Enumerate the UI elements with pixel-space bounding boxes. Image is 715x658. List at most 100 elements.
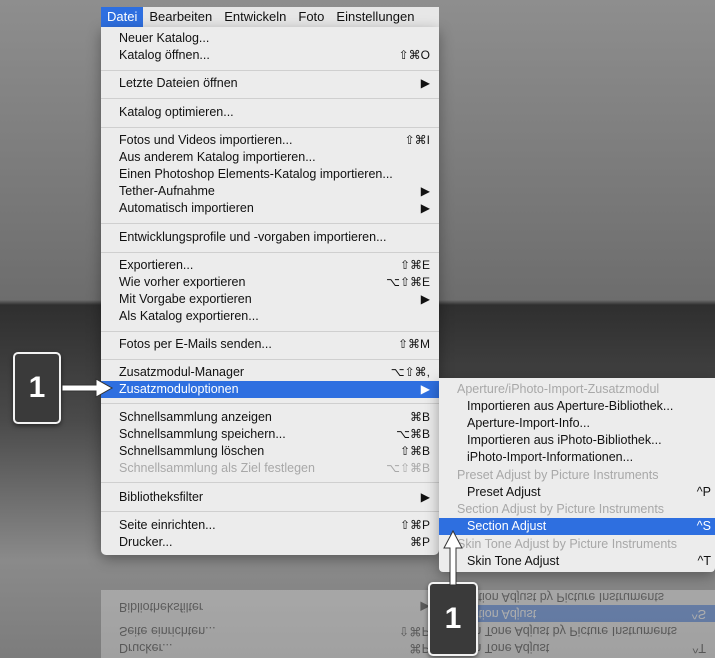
submenu-item-skin-tone-adjust[interactable]: Skin Tone Adjust ^T: [439, 553, 715, 570]
menu-item-wie-vorher-exportieren[interactable]: Wie vorher exportieren ⌥⇧⌘E: [101, 274, 439, 291]
reflection-row: Skin Tone Adjust by Picture Instruments: [457, 622, 706, 639]
menu-item-aus-katalog-importieren[interactable]: Aus anderem Katalog importieren...: [101, 149, 439, 166]
menu-reflection-sub: Skin Tone Adjust ^T Skin Tone Adjust by P…: [439, 590, 715, 658]
menu-bearbeiten[interactable]: Bearbeiten: [143, 7, 218, 27]
menu-item-zusatzmoduloptionen[interactable]: Zusatzmoduloptionen ▶: [101, 381, 439, 398]
menu-item-label: Schnellsammlung anzeigen: [119, 410, 272, 424]
reflection-row: Drucker... ⌘P: [119, 639, 430, 656]
menu-separator: [101, 127, 439, 128]
menu-item-label: Bibliotheksfilter: [119, 490, 204, 504]
menu-item-zusatzmodul-manager[interactable]: Zusatzmodul-Manager ⌥⇧⌘,: [101, 364, 439, 381]
menu-datei[interactable]: Datei: [101, 7, 144, 27]
submenu-item-iphoto-import-info[interactable]: iPhoto-Import-Informationen...: [439, 449, 715, 466]
menu-item-drucker[interactable]: Drucker... ⌘P: [101, 534, 439, 551]
submenu-header-label: Section Adjust by Picture Instruments: [457, 502, 665, 516]
menu-item-label: Entwicklungsprofile und -vorgaben import…: [119, 230, 387, 244]
submenu-arrow-icon: ▶: [420, 184, 430, 198]
menu-item-schnellsammlung-speichern[interactable]: Schnellsammlung speichern... ⌥⌘B: [101, 426, 439, 443]
menu-item-label: Fotos per E-Mails senden...: [119, 337, 272, 351]
menu-item-entwicklungsprofile-importieren[interactable]: Entwicklungsprofile und -vorgaben import…: [101, 229, 439, 246]
menu-item-shortcut: ⇧⌘M: [397, 337, 430, 351]
menu-item-automatisch-importieren[interactable]: Automatisch importieren ▶: [101, 200, 439, 217]
submenu-header: Skin Tone Adjust by Picture Instruments: [439, 536, 715, 553]
submenu-header-label: Skin Tone Adjust by Picture Instruments: [457, 537, 678, 551]
submenu-header: Preset Adjust by Picture Instruments: [439, 467, 715, 484]
submenu-item-label: Aperture-Import-Info...: [467, 416, 590, 430]
menu-item-photoshop-elements-importieren[interactable]: Einen Photoshop Elements-Katalog importi…: [101, 166, 439, 183]
datei-dropdown-menu: Neuer Katalog... Katalog öffnen... ⇧⌘O Le…: [101, 27, 439, 555]
submenu-item-section-adjust[interactable]: Section Adjust ^S: [439, 518, 715, 535]
reflection-row: Skin Tone Adjust ^T: [457, 639, 706, 656]
menu-entwickeln[interactable]: Entwickeln: [218, 7, 292, 27]
menu-separator: [101, 331, 439, 332]
submenu-header-label: Preset Adjust by Picture Instruments: [457, 468, 659, 482]
callout-arrow-up-icon: [443, 530, 463, 586]
submenu-header: Section Adjust by Picture Instruments: [439, 501, 715, 518]
submenu-item-label: iPhoto-Import-Informationen...: [467, 450, 634, 464]
submenu-item-label: Skin Tone Adjust: [467, 554, 560, 568]
menu-item-label: Tether-Aufnahme: [119, 184, 215, 198]
menu-item-label: Letzte Dateien öffnen: [119, 76, 238, 90]
menu-item-schnellsammlung-loeschen[interactable]: Schnellsammlung löschen ⇧⌘B: [101, 443, 439, 460]
menu-item-als-katalog-exportieren[interactable]: Als Katalog exportieren...: [101, 308, 439, 325]
menu-separator: [101, 403, 439, 404]
reflection-label: Seite einrichten...: [119, 624, 216, 638]
menu-item-label: Mit Vorgabe exportieren: [119, 292, 252, 306]
menu-item-schnellsammlung-anzeigen[interactable]: Schnellsammlung anzeigen ⌘B: [101, 409, 439, 426]
menu-item-label: Katalog öffnen...: [119, 48, 210, 62]
menu-foto[interactable]: Foto: [292, 7, 330, 27]
menu-item-label: Als Katalog exportieren...: [119, 309, 259, 323]
reflection-shortcut: ^T: [692, 641, 706, 655]
menu-item-label: Drucker...: [119, 535, 173, 549]
menu-item-seite-einrichten[interactable]: Seite einrichten... ⇧⌘P: [101, 517, 439, 534]
menu-item-shortcut: ⌥⌘B: [396, 427, 430, 441]
zusatzmoduloptionen-submenu: Aperture/iPhoto-Import-Zusatzmodul Impor…: [439, 378, 715, 572]
menu-item-label: Seite einrichten...: [119, 518, 216, 532]
menu-item-fotos-per-email[interactable]: Fotos per E-Mails senden... ⇧⌘M: [101, 336, 439, 353]
menu-separator: [101, 511, 439, 512]
menu-item-shortcut: ⌥⇧⌘B: [386, 461, 430, 475]
reflection-row: Section Adjust ^S: [439, 605, 715, 622]
menu-item-label: Exportieren...: [119, 258, 194, 272]
reflection-shortcut: ⌘P: [409, 641, 430, 655]
menu-item-mit-vorgabe-exportieren[interactable]: Mit Vorgabe exportieren ▶: [101, 291, 439, 308]
menu-item-katalog-oeffnen[interactable]: Katalog öffnen... ⇧⌘O: [101, 47, 439, 64]
menu-separator: [101, 359, 439, 360]
menu-item-letzte-dateien[interactable]: Letzte Dateien öffnen ▶: [101, 75, 439, 92]
reflection-shortcut: ^S: [691, 607, 706, 621]
submenu-item-preset-adjust[interactable]: Preset Adjust ^P: [439, 484, 715, 501]
submenu-item-label: Section Adjust: [467, 519, 547, 533]
submenu-shortcut: ^P: [696, 485, 711, 499]
menu-item-shortcut: ⇧⌘O: [398, 48, 430, 62]
menu-item-shortcut: ⇧⌘I: [404, 133, 430, 147]
menu-item-schnellsammlung-ziel: Schnellsammlung als Ziel festlegen ⌥⇧⌘B: [101, 460, 439, 477]
menu-item-label: Zusatzmoduloptionen: [119, 382, 239, 396]
menu-item-exportieren[interactable]: Exportieren... ⇧⌘E: [101, 257, 439, 274]
submenu-item-iphoto-bibliothek[interactable]: Importieren aus iPhoto-Bibliothek...: [439, 432, 715, 449]
reflection-row: Seite einrichten... ⇧⌘P: [119, 622, 430, 639]
menu-item-label: Aus anderem Katalog importieren...: [119, 150, 316, 164]
menu-item-fotos-importieren[interactable]: Fotos und Videos importieren... ⇧⌘I: [101, 132, 439, 149]
menu-item-label: Schnellsammlung als Ziel festlegen: [119, 461, 315, 475]
menu-item-katalog-optimieren[interactable]: Katalog optimieren...: [101, 104, 439, 121]
reflection-row: Bibliotheksfilter ▶: [119, 598, 430, 615]
menu-einstellungen[interactable]: Einstellungen: [330, 7, 420, 27]
submenu-header-label: Aperture/iPhoto-Import-Zusatzmodul: [457, 382, 660, 396]
menu-item-label: Katalog optimieren...: [119, 105, 234, 119]
menu-item-tether-aufnahme[interactable]: Tether-Aufnahme ▶: [101, 183, 439, 200]
reflection-label: Drucker...: [119, 641, 173, 655]
menu-item-shortcut: ⇧⌘P: [399, 518, 430, 532]
menu-item-shortcut: ⌘P: [409, 535, 430, 549]
menubar: Datei Bearbeiten Entwickeln Foto Einstel…: [101, 7, 439, 27]
reflection-shortcut: ⇧⌘P: [398, 624, 430, 638]
submenu-item-aperture-import-info[interactable]: Aperture-Import-Info...: [439, 415, 715, 432]
submenu-item-aperture-bibliothek[interactable]: Importieren aus Aperture-Bibliothek...: [439, 398, 715, 415]
menu-item-label: Einen Photoshop Elements-Katalog importi…: [119, 167, 393, 181]
menu-item-neuer-katalog[interactable]: Neuer Katalog...: [101, 30, 439, 47]
menu-separator: [101, 482, 439, 483]
menu-item-bibliotheksfilter[interactable]: Bibliotheksfilter ▶: [101, 489, 439, 506]
menu-separator: [101, 98, 439, 99]
menu-reflection: Drucker... ⌘P Seite einrichten... ⇧⌘P Bibl…: [101, 590, 715, 658]
menu-item-label: Neuer Katalog...: [119, 31, 210, 45]
submenu-arrow-icon: ▶: [420, 490, 430, 504]
